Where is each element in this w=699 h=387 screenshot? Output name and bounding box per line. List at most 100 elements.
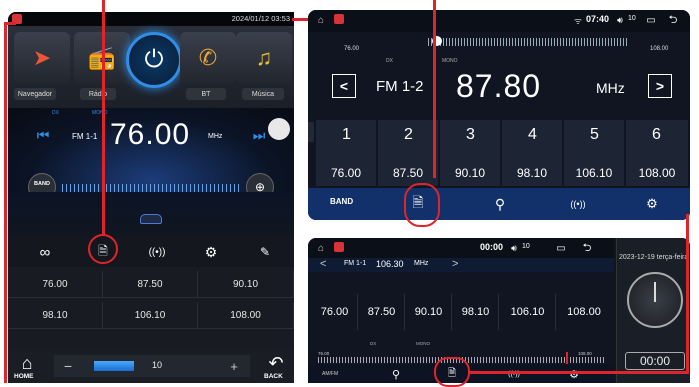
status-bar: ⌂ ᯤ 07:40 🔊︎ 10 ▭ ⮌: [308, 10, 690, 32]
frequency-display: 87.80: [456, 68, 542, 104]
preset-freq: 87.50: [392, 166, 424, 180]
preset-grid: 1 76.00 2 87.50 3 90.10 4 98.10 5 106.10 6 108…: [316, 120, 688, 186]
amfm-button[interactable]: AM/FM: [322, 371, 338, 377]
annotation-line: [4, 22, 16, 25]
window-icon[interactable]: ▭: [644, 14, 658, 26]
band-button[interactable]: BAND: [330, 197, 353, 206]
scale-max: 108.00: [650, 46, 669, 52]
search-icon[interactable]: ⚲: [388, 367, 404, 381]
app-launcher: ➤ 📻 ⏻ ✆ ♫ Navegador Rádio BT Música: [8, 26, 294, 108]
home-icon[interactable]: ⌂: [314, 14, 328, 26]
preset-1[interactable]: 1 76.00: [316, 120, 376, 186]
settings-icon[interactable]: ⚙: [642, 194, 662, 214]
app-status-icon: [334, 14, 344, 24]
unit-label: MHz: [414, 260, 429, 267]
settings-icon[interactable]: ⚙: [202, 243, 220, 261]
signal-icon[interactable]: ((•)): [566, 194, 590, 214]
window-icon[interactable]: ▭: [554, 242, 568, 254]
status-time: 07:40: [586, 14, 610, 24]
status-bar: ⌂ 00:00 🔊︎ 10 ▭ ⮌: [308, 238, 614, 258]
volume-slider[interactable]: [94, 361, 134, 371]
tuning-scale[interactable]: [62, 184, 242, 192]
volume-value: 10: [152, 360, 163, 370]
car-graphic: [8, 192, 294, 237]
preset-4[interactable]: 98.10: [8, 302, 103, 329]
preset-2[interactable]: 2 87.50: [378, 120, 438, 186]
preset-1[interactable]: 76.00: [8, 271, 103, 298]
seek-forward-icon[interactable]: ⏭: [252, 126, 266, 144]
clock-widget: 2023-12-19 terça-feira 00:00: [616, 238, 690, 383]
preset-6[interactable]: 108.00: [557, 294, 611, 330]
dx-label: DX: [386, 58, 393, 64]
bottom-bar: ⌂ HOME − 10 + ↶ BACK: [8, 349, 294, 383]
preset-2[interactable]: 87.50: [359, 294, 405, 330]
music-app-button[interactable]: ♫: [236, 32, 292, 84]
bt-app-button[interactable]: ✆: [180, 32, 236, 84]
preset-num: 6: [652, 126, 661, 143]
preset-5[interactable]: 106.10: [103, 302, 198, 329]
mono-label: MONO: [442, 58, 458, 64]
bluetooth-icon: ✆: [198, 45, 218, 70]
search-icon[interactable]: ⚲: [490, 194, 510, 214]
preset-freq: 76.00: [330, 166, 362, 180]
side-tab[interactable]: [308, 122, 314, 142]
status-time: 00:00: [480, 242, 504, 252]
preset-num: 2: [404, 126, 413, 143]
unit-label: MHz: [208, 133, 223, 140]
assistive-touch-button[interactable]: [268, 118, 290, 140]
clock-face: [627, 272, 683, 328]
home-icon: ⌂: [21, 352, 33, 373]
signal-icon[interactable]: ((•)): [504, 367, 524, 381]
date-label: 2023-12-19 terça-feira: [619, 254, 689, 261]
preset-4[interactable]: 4 98.10: [502, 120, 562, 186]
preset-row: 76.00 87.50 90.10 98.10 106.10 108.00: [312, 294, 612, 330]
prev-button[interactable]: <: [332, 74, 356, 98]
return-icon[interactable]: ⮌: [580, 242, 594, 254]
tuning-needle: [566, 352, 568, 364]
signal-icon[interactable]: ((•)): [148, 243, 166, 261]
annotation-line: [4, 22, 7, 383]
volume-down-button[interactable]: −: [60, 357, 76, 375]
frequency-display: 76.00: [110, 118, 191, 151]
power-button[interactable]: ⏻: [126, 32, 182, 88]
bottom-toolbar: BAND 🗎 ⚲ ((•)) ⚙: [308, 188, 690, 220]
return-icon[interactable]: ⮌: [666, 14, 680, 26]
preset-freq: 90.10: [454, 166, 486, 180]
stereo-icon[interactable]: ∞: [36, 243, 54, 261]
next-button[interactable]: >: [452, 258, 458, 270]
preset-6[interactable]: 108.00: [198, 302, 294, 329]
seek-back-icon[interactable]: ⏮: [36, 126, 50, 144]
right-bottom-radio-screen: ⌂ 00:00 🔊︎ 10 ▭ ⮌ < FM 1-1 106.30 MHz > …: [308, 238, 690, 383]
digital-clock: 00:00: [625, 352, 685, 370]
navigator-app-button[interactable]: ➤: [14, 32, 70, 84]
volume-up-button[interactable]: +: [226, 357, 242, 375]
home-icon[interactable]: ⌂: [314, 242, 328, 254]
scale-min: 76.00: [344, 46, 360, 52]
preset-3[interactable]: 3 90.10: [440, 120, 500, 186]
settings-icon[interactable]: ⚙: [566, 367, 582, 381]
scale-max: 108.00: [578, 351, 592, 356]
prev-button[interactable]: <: [320, 258, 326, 270]
edit-icon[interactable]: ✎: [256, 243, 274, 261]
scale-min: 76.00: [318, 351, 330, 356]
preset-1[interactable]: 76.00: [312, 294, 358, 330]
preset-freq: 106.10: [575, 166, 613, 180]
band-label: FM 1-1: [344, 260, 367, 267]
preset-2[interactable]: 87.50: [103, 271, 198, 298]
tuning-scale[interactable]: [428, 38, 628, 46]
preset-3[interactable]: 90.10: [198, 271, 294, 298]
next-button[interactable]: >: [648, 74, 672, 98]
preset-4[interactable]: 98.10: [453, 294, 499, 330]
preset-freq: 108.00: [638, 166, 676, 180]
back-button[interactable]: ↶ BACK: [260, 353, 292, 383]
preset-6[interactable]: 6 108.00: [626, 120, 688, 186]
preset-num: 3: [466, 126, 475, 143]
radio-label: Rádio: [80, 88, 116, 100]
wifi-icon: ᯤ: [573, 15, 583, 26]
preset-5[interactable]: 5 106.10: [564, 120, 624, 186]
preset-3[interactable]: 90.10: [406, 294, 452, 330]
preset-num: 1: [342, 126, 351, 143]
preset-list: 76.00 87.50 90.10 98.10 106.10 108.00: [8, 267, 294, 349]
home-button[interactable]: ⌂ HOME: [12, 353, 42, 383]
preset-5[interactable]: 106.10: [500, 294, 556, 330]
